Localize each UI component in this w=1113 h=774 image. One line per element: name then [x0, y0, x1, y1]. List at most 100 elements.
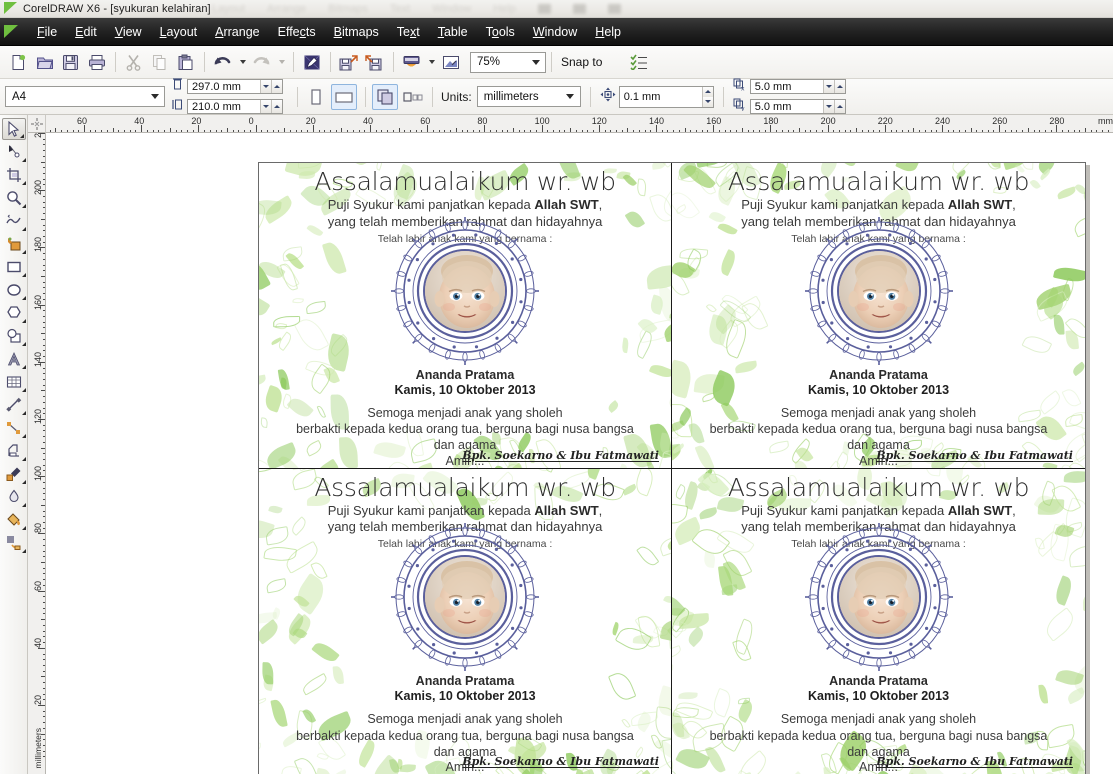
- fill-tool[interactable]: [1, 508, 27, 531]
- publish-pdf-button[interactable]: [399, 50, 424, 75]
- interactive-fill-tool[interactable]: [1, 531, 27, 554]
- nudge-offset-up-button[interactable]: [702, 87, 713, 97]
- paste-button[interactable]: [173, 50, 198, 75]
- horizontal-ruler[interactable]: 6040200204060801001201401601802002202402…: [28, 115, 1113, 133]
- undo-dropdown-arrow[interactable]: [236, 50, 249, 75]
- flyout-arrow-icon[interactable]: [22, 158, 26, 162]
- flyout-arrow-icon[interactable]: [22, 181, 26, 185]
- orientation-portrait-button[interactable]: [303, 84, 329, 110]
- menu-item-arrange[interactable]: Arrange: [206, 23, 268, 41]
- duplicate-y-input[interactable]: 5.0 mm: [750, 99, 846, 114]
- page-width-down-button[interactable]: [260, 80, 271, 93]
- page-width-input[interactable]: 297.0 mm: [187, 79, 283, 94]
- units-combo[interactable]: millimeters: [477, 86, 581, 107]
- menu-item-view[interactable]: View: [106, 23, 151, 41]
- orientation-landscape-button[interactable]: [331, 84, 357, 110]
- table-tool[interactable]: [1, 370, 27, 393]
- cut-button[interactable]: [121, 50, 146, 75]
- flyout-arrow-icon[interactable]: [22, 227, 26, 231]
- invitation-card[interactable]: Assalamualaikum wr. wbPuji Syukur kami p…: [672, 469, 1085, 774]
- connector-tool[interactable]: [1, 416, 27, 439]
- flyout-arrow-icon[interactable]: [22, 411, 26, 415]
- chevron-down-icon[interactable]: [147, 87, 162, 106]
- menu-item-layout[interactable]: Layout: [151, 23, 207, 41]
- vertical-ruler[interactable]: 22020018016014012010080604020millimeters: [28, 133, 46, 774]
- menu-item-text[interactable]: Text: [388, 23, 429, 41]
- ruler-origin-corner[interactable]: [28, 115, 46, 133]
- page-size-combo[interactable]: A4: [5, 86, 165, 107]
- copy-button[interactable]: [147, 50, 172, 75]
- dimension-tool[interactable]: [1, 393, 27, 416]
- open-document-button[interactable]: [32, 50, 57, 75]
- invitation-card[interactable]: Assalamualaikum wr. wbPuji Syukur kami p…: [259, 469, 672, 774]
- drawing-canvas[interactable]: Assalamualaikum wr. wbPuji Syukur kami p…: [46, 133, 1113, 774]
- polygon-tool[interactable]: [1, 301, 27, 324]
- flyout-arrow-icon[interactable]: [22, 457, 26, 461]
- redo-button[interactable]: [249, 50, 274, 75]
- chevron-down-icon[interactable]: [608, 53, 620, 71]
- duplicate-y-down-button[interactable]: [823, 100, 834, 113]
- page-height-down-button[interactable]: [260, 100, 271, 113]
- menu-item-effects[interactable]: Effects: [269, 23, 325, 41]
- text-tool[interactable]: [1, 347, 27, 370]
- duplicate-y-up-button[interactable]: [834, 100, 845, 113]
- all-pages-button[interactable]: [372, 84, 398, 110]
- flyout-arrow-icon[interactable]: [22, 503, 26, 507]
- flyout-arrow-icon[interactable]: [22, 296, 26, 300]
- save-document-button[interactable]: [58, 50, 83, 75]
- flyout-arrow-icon[interactable]: [22, 204, 26, 208]
- menu-item-window[interactable]: Window: [524, 23, 586, 41]
- flyout-arrow-icon[interactable]: [22, 250, 26, 254]
- flyout-arrow-icon[interactable]: [22, 273, 26, 277]
- flyout-arrow-icon[interactable]: [22, 342, 26, 346]
- crop-tool[interactable]: [1, 163, 27, 186]
- color-eyedropper-tool[interactable]: [1, 462, 27, 485]
- menu-item-edit[interactable]: Edit: [66, 23, 106, 41]
- snap-to-dropdown[interactable]: Snap to: [557, 50, 624, 74]
- document-page[interactable]: Assalamualaikum wr. wbPuji Syukur kami p…: [258, 162, 1086, 774]
- menu-item-help[interactable]: Help: [586, 23, 630, 41]
- invitation-card[interactable]: Assalamualaikum wr. wbPuji Syukur kami p…: [672, 163, 1085, 469]
- duplicate-x-up-button[interactable]: [834, 80, 845, 93]
- page-width-up-button[interactable]: [271, 80, 282, 93]
- outline-tool[interactable]: [1, 485, 27, 508]
- basic-shapes-tool[interactable]: [1, 324, 27, 347]
- publish-pdf-dropdown-arrow[interactable]: [425, 50, 438, 75]
- nudge-offset-input[interactable]: 0.1 mm: [619, 86, 714, 108]
- redo-dropdown-arrow[interactable]: [275, 50, 288, 75]
- blend-tool[interactable]: [1, 439, 27, 462]
- nudge-offset-down-button[interactable]: [702, 97, 713, 107]
- duplicate-x-input[interactable]: 5.0 mm: [750, 79, 846, 94]
- print-button[interactable]: [84, 50, 109, 75]
- chevron-down-icon[interactable]: [563, 87, 578, 106]
- current-page-button[interactable]: [400, 84, 426, 110]
- application-launcher-button[interactable]: [438, 50, 463, 75]
- shape-tool[interactable]: [1, 140, 27, 163]
- menu-item-file[interactable]: File: [28, 23, 66, 41]
- flyout-arrow-icon[interactable]: [22, 549, 26, 553]
- undo-button[interactable]: [210, 50, 235, 75]
- menu-item-tools[interactable]: Tools: [477, 23, 524, 41]
- flyout-arrow-icon[interactable]: [22, 480, 26, 484]
- search-content-button[interactable]: [299, 50, 324, 75]
- freehand-tool[interactable]: [1, 209, 27, 232]
- flyout-arrow-icon[interactable]: [22, 434, 26, 438]
- flyout-arrow-icon[interactable]: [22, 388, 26, 392]
- new-document-button[interactable]: [6, 50, 31, 75]
- options-button[interactable]: [626, 50, 651, 75]
- flyout-arrow-icon[interactable]: [22, 526, 26, 530]
- page-height-up-button[interactable]: [271, 100, 282, 113]
- zoom-level-combo[interactable]: 75%: [470, 52, 546, 73]
- import-button[interactable]: [336, 50, 361, 75]
- export-button[interactable]: [362, 50, 387, 75]
- menu-item-bitmaps[interactable]: Bitmaps: [325, 23, 388, 41]
- duplicate-x-down-button[interactable]: [823, 80, 834, 93]
- flyout-arrow-icon[interactable]: [20, 134, 24, 138]
- page-height-input[interactable]: 210.0 mm: [187, 99, 283, 114]
- rectangle-tool[interactable]: [1, 255, 27, 278]
- flyout-arrow-icon[interactable]: [22, 319, 26, 323]
- flyout-arrow-icon[interactable]: [22, 365, 26, 369]
- zoom-tool[interactable]: [1, 186, 27, 209]
- pick-tool[interactable]: [2, 118, 26, 140]
- chevron-down-icon[interactable]: [528, 53, 543, 72]
